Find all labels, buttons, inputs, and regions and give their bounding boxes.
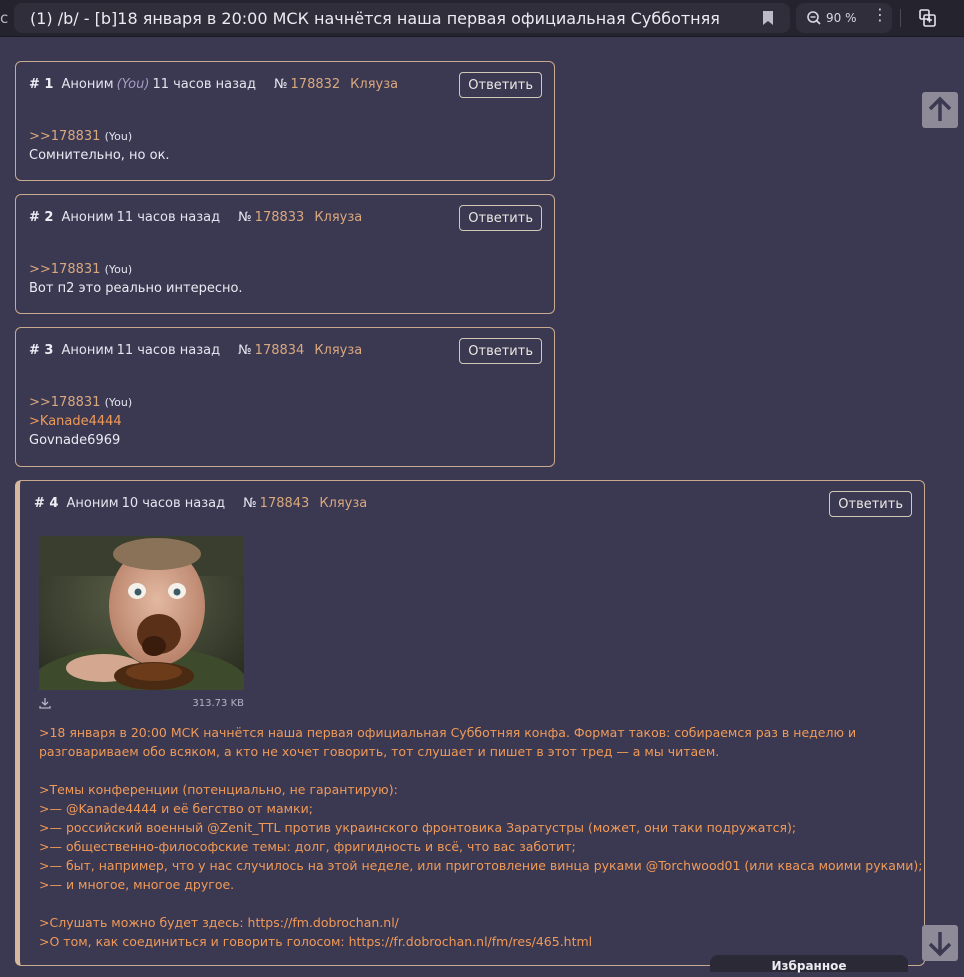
post-number-link[interactable]: 178843	[260, 496, 310, 511]
op-text-line: >— @Kanade4444 и её бегство от мамки;	[39, 801, 313, 816]
post-number-link[interactable]: 178834	[255, 343, 305, 358]
post-text: Сомнительно, но ок.	[29, 148, 170, 163]
post-body: >>178831 (You) >Kanade4444 Govnade6969	[29, 393, 132, 450]
op-text-line: >— российский военный @Zenit_TTL против …	[39, 820, 797, 835]
reply-reference-link[interactable]: >>178831	[29, 262, 100, 277]
post-image-thumbnail[interactable]	[39, 536, 244, 690]
tab-stub[interactable]: c	[0, 9, 8, 27]
report-link[interactable]: Кляуза	[314, 210, 362, 225]
scroll-up-button[interactable]	[922, 92, 958, 128]
op-text-line: >Темы конференции (потенциально, не гара…	[39, 782, 398, 797]
download-icon[interactable]	[39, 697, 51, 709]
poster-name: Аноним	[66, 496, 119, 511]
report-link[interactable]: Кляуза	[319, 496, 367, 511]
op-text-line: >О том, как соединиться и говорить голос…	[39, 934, 593, 949]
zoom-level: 90 %	[826, 11, 857, 25]
zoom-icon	[807, 11, 821, 25]
post-time: 11 часов назад	[152, 77, 256, 92]
post-index: # 4	[34, 496, 59, 511]
post-number-link[interactable]: 178833	[255, 210, 305, 225]
post-4: # 4 Аноним 10 часов назад № 178843 Кляуза Отв…	[15, 480, 925, 966]
post-body: >>178831 (You) Вот п2 это реально интере…	[29, 260, 243, 298]
arrow-down-icon	[928, 932, 952, 957]
reply-reference-link[interactable]: >>178831	[29, 129, 100, 144]
you-marker: (You)	[104, 396, 133, 409]
you-marker: (You)	[104, 263, 133, 276]
post-number-label: №	[238, 210, 252, 225]
op-text-line: >— и многое, многое другое.	[39, 877, 235, 892]
post-index: # 3	[29, 343, 54, 358]
post-header: # 3 Аноним 11 часов назад № 178834 Кляуза	[29, 343, 362, 358]
post-index: # 2	[29, 210, 54, 225]
you-marker: (You)	[116, 77, 150, 92]
browser-toolbar: c (1) /b/ - [b]18 января в 20:00 МСК нач…	[0, 0, 964, 37]
post-header: # 4 Аноним 10 часов назад № 178843 Кляуза	[34, 496, 367, 511]
toolbar-divider	[900, 9, 901, 27]
post-body: >>178831 (You) Сомнительно, но ок.	[29, 127, 170, 165]
quote-text: >Kanade4444	[29, 414, 122, 429]
arrow-up-icon	[928, 96, 952, 121]
file-meta: 313.73 KB	[39, 697, 244, 711]
report-link[interactable]: Кляуза	[314, 343, 362, 358]
post-number-label: №	[243, 496, 257, 511]
op-text-line: >— общественно-философские темы: долг, ф…	[39, 839, 576, 854]
post-1: # 1 Аноним (You) 11 часов назад № 178832 Кляуз…	[15, 61, 555, 181]
favorites-panel-tab[interactable]: Избранное	[710, 955, 908, 973]
extensions-icon[interactable]	[918, 8, 938, 28]
post-image	[39, 536, 244, 690]
post-time: 10 часов назад	[121, 496, 226, 511]
file-size: 313.73 KB	[192, 698, 244, 709]
reply-button[interactable]: Ответить	[459, 205, 542, 231]
address-bar[interactable]: (1) /b/ - [b]18 января в 20:00 МСК начнё…	[14, 3, 790, 33]
post-3: # 3 Аноним 11 часов назад № 178834 Кляуза Отв…	[15, 327, 555, 467]
poster-name: Аноним	[61, 210, 114, 225]
kebab-menu-icon[interactable]: ⋮	[872, 6, 888, 24]
op-text-blank	[39, 761, 914, 780]
post-number-label: №	[238, 343, 252, 358]
post-2: # 2 Аноним 11 часов назад № 178833 Кляуза Отв…	[15, 194, 555, 314]
you-marker: (You)	[104, 130, 133, 143]
post-time: 11 часов назад	[116, 343, 221, 358]
bookmark-icon[interactable]	[762, 10, 774, 26]
poster-name: Аноним	[61, 77, 114, 92]
reply-button[interactable]: Ответить	[459, 338, 542, 364]
reply-button[interactable]: Ответить	[459, 72, 542, 98]
op-text-line: >— быт, например, что у нас случилось на…	[39, 858, 923, 873]
post-text: Вот п2 это реально интересно.	[29, 281, 243, 296]
page-title[interactable]: (1) /b/ - [b]18 января в 20:00 МСК начнё…	[30, 9, 720, 28]
post-time: 11 часов назад	[116, 210, 221, 225]
op-text-line: >Слушать можно будет здесь: https://fm.d…	[39, 915, 399, 930]
post-number-link[interactable]: 178832	[291, 77, 341, 92]
post-header: # 1 Аноним (You) 11 часов назад № 178832 Кляуз…	[29, 77, 398, 92]
poster-name: Аноним	[61, 343, 114, 358]
report-link[interactable]: Кляуза	[350, 77, 398, 92]
op-text-blank	[39, 894, 914, 913]
reply-button[interactable]: Ответить	[829, 491, 912, 517]
op-text-line: >18 января в 20:00 МСК начнётся наша пер…	[39, 725, 857, 759]
post-text: Govnade6969	[29, 433, 121, 448]
op-text: >18 января в 20:00 МСК начнётся наша пер…	[39, 723, 923, 951]
post-number-label: №	[274, 77, 288, 92]
scroll-down-button[interactable]	[922, 925, 958, 961]
post-header: # 2 Аноним 11 часов назад № 178833 Кляуза	[29, 210, 362, 225]
post-index: # 1	[29, 77, 54, 92]
reply-reference-link[interactable]: >>178831	[29, 395, 100, 410]
